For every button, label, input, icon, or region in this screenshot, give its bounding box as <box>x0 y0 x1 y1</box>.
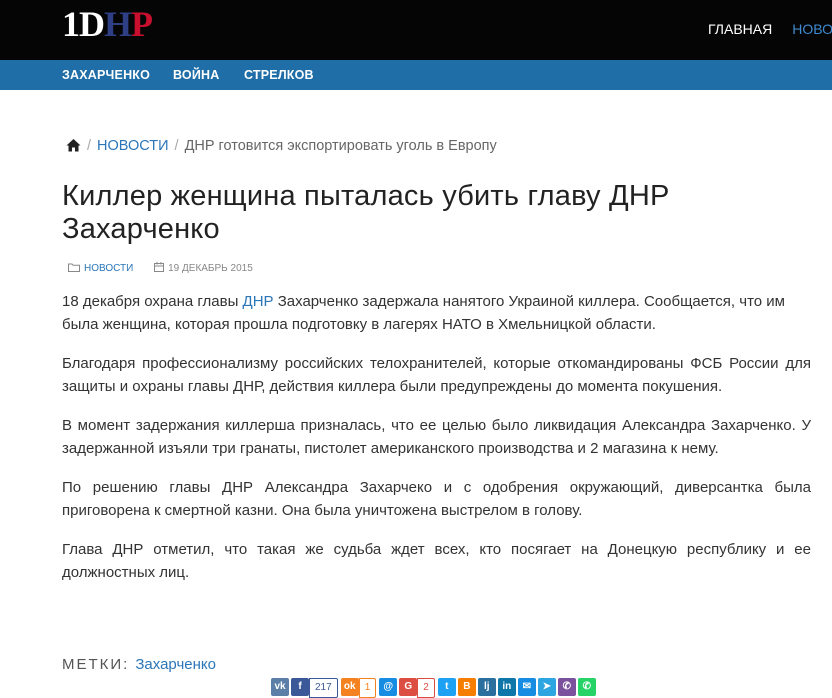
telegram-share-button[interactable]: ➤ <box>537 678 556 696</box>
breadcrumb-separator: / <box>87 138 92 154</box>
vk-share-button[interactable]: vk <box>271 678 289 696</box>
article-body: 18 декабря охрана главы ДНР Захарченко з… <box>62 290 811 600</box>
article-category-link[interactable]: НОВОСТИ <box>84 263 133 274</box>
blogger-share-button[interactable]: B <box>457 678 476 696</box>
livejournal-share-button[interactable]: lj <box>477 678 496 696</box>
tag-link-zakharchenko[interactable]: Захарченко <box>135 656 216 673</box>
odnoklassniki-share-button[interactable]: ok <box>340 678 359 696</box>
article-paragraph: Благодаря профессионализму российских те… <box>62 355 811 395</box>
telegram-icon: ➤ <box>542 681 551 692</box>
top-header: 1DHP ГЛАВНАЯ НОВОС <box>0 0 832 60</box>
googleplus-share-button[interactable]: G <box>399 678 418 696</box>
mailru-icon: @ <box>383 681 394 692</box>
article-meta: НОВОСТИ 19 ДЕКАБРЬ 2015 <box>68 262 271 275</box>
category-nav: ЗАХАРЧЕНКО ВОЙНА СТРЕЛКОВ <box>0 60 832 90</box>
article-paragraph: В момент задержания киллерша призналась,… <box>62 417 811 457</box>
breadcrumb-separator: / <box>174 138 179 154</box>
folder-icon <box>68 263 80 275</box>
category-nav-item-strelkov[interactable]: СТРЕЛКОВ <box>244 68 314 82</box>
vk-icon: vk <box>274 681 286 692</box>
article-date: 19 ДЕКАБРЬ 2015 <box>168 263 253 274</box>
article-tags: МЕТКИ: Захарченко <box>62 656 216 673</box>
email-share-button[interactable]: ✉ <box>517 678 536 696</box>
breadcrumb-section-link[interactable]: НОВОСТИ <box>97 138 169 154</box>
breadcrumb: / НОВОСТИ / ДНР готовится экспортировать уг… <box>66 138 497 154</box>
envelope-icon: ✉ <box>522 681 531 692</box>
linkedin-share-button[interactable]: in <box>497 678 516 696</box>
top-nav: ГЛАВНАЯ НОВОС <box>708 21 832 37</box>
tags-label: МЕТКИ: <box>62 656 130 673</box>
facebook-icon: f <box>298 681 302 692</box>
breadcrumb-current: ДНР готовится экспортировать уголь в Евр… <box>184 138 497 154</box>
site-logo[interactable]: 1DHP <box>62 4 153 44</box>
dnr-link[interactable]: ДНР <box>243 293 274 310</box>
nav-item-news[interactable]: НОВОС <box>792 21 832 37</box>
article-paragraph: 18 декабря охрана главы ДНР Захарченко з… <box>62 293 785 333</box>
calendar-icon <box>154 262 165 275</box>
article-paragraph: Глава ДНР отметил, что такая же судьба ж… <box>62 541 811 581</box>
odnoklassniki-icon: ok <box>343 681 356 692</box>
whatsapp-icon: ✆ <box>582 681 591 692</box>
viber-icon: ✆ <box>562 681 571 692</box>
category-nav-item-zakharchenko[interactable]: ЗАХАРЧЕНКО <box>62 68 150 82</box>
nav-item-home[interactable]: ГЛАВНАЯ <box>708 21 772 37</box>
article-paragraph: По решению главы ДНР Александра Захарчек… <box>62 479 811 519</box>
viber-share-button[interactable]: ✆ <box>557 678 576 696</box>
livejournal-icon: lj <box>484 681 490 692</box>
blogger-icon: B <box>463 681 471 692</box>
whatsapp-share-button[interactable]: ✆ <box>577 678 596 696</box>
googleplus-share-count: 2 <box>417 678 435 698</box>
twitter-icon: t <box>445 681 449 692</box>
facebook-share-button[interactable]: f <box>291 678 309 696</box>
facebook-share-count: 217 <box>309 678 338 698</box>
odnoklassniki-share-count: 1 <box>358 678 377 698</box>
twitter-share-button[interactable]: t <box>437 678 456 696</box>
home-icon[interactable] <box>66 138 81 152</box>
category-nav-item-war[interactable]: ВОЙНА <box>173 68 219 82</box>
mailru-share-button[interactable]: @ <box>379 678 398 696</box>
linkedin-icon: in <box>502 681 512 692</box>
share-bar: vk f 217 ok 1 @ G2 t B lj in ✉ ➤ ✆ ✆ <box>271 678 598 698</box>
article-title: Киллер женщина пыталась убить главу ДНР … <box>62 180 670 245</box>
googleplus-icon: G <box>404 681 413 692</box>
